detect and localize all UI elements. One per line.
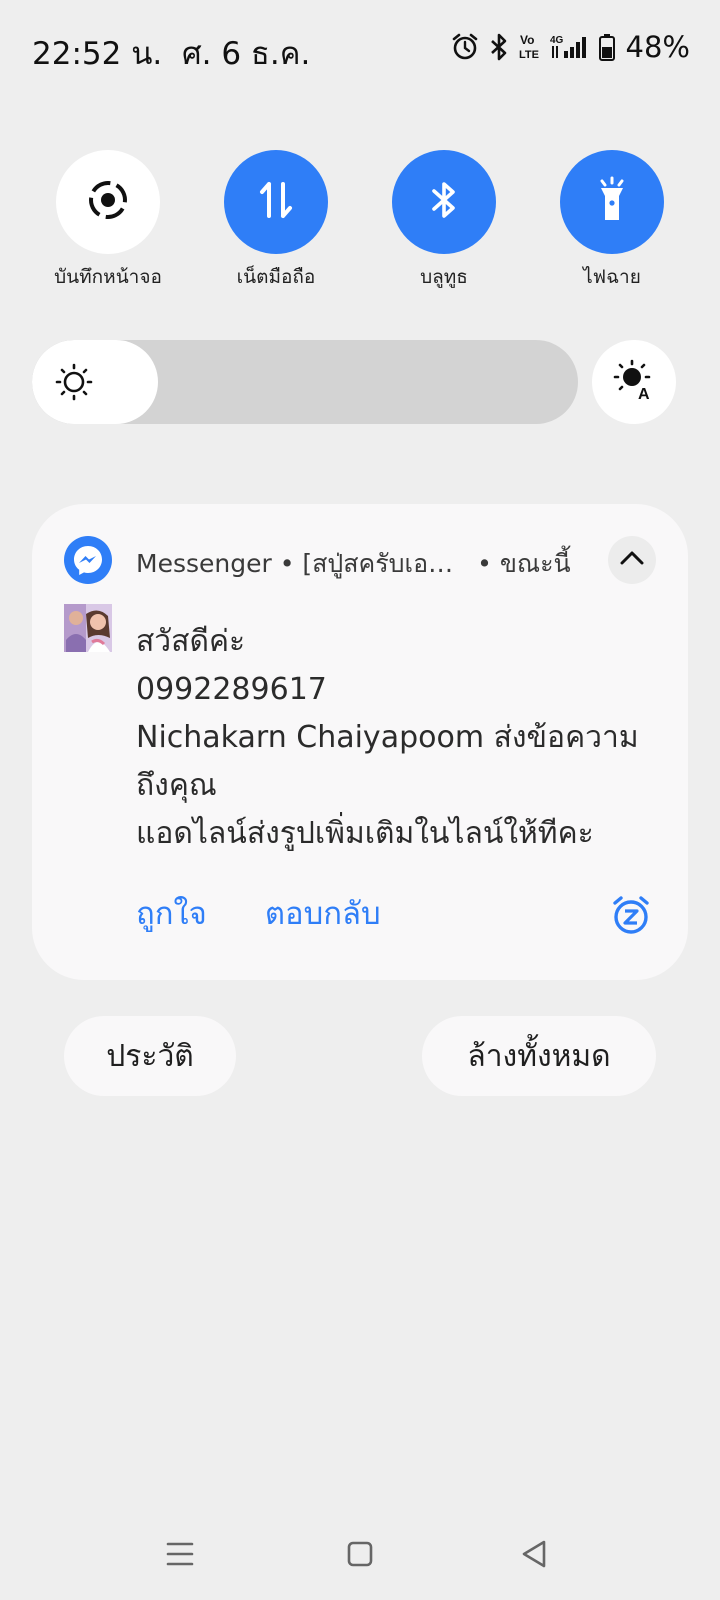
- bluetooth-icon: [488, 32, 510, 62]
- history-button[interactable]: ประวัติ: [64, 1016, 236, 1096]
- tile-flashlight-button[interactable]: [560, 150, 664, 254]
- flashlight-icon: [594, 176, 630, 228]
- like-button[interactable]: ถูกใจ: [136, 888, 207, 938]
- brightness-slider[interactable]: [32, 340, 578, 424]
- auto-brightness-icon: A: [613, 359, 655, 405]
- tile-bluetooth-label: บลูทูธ: [420, 266, 468, 288]
- messenger-icon: [64, 536, 112, 584]
- tile-screen-record[interactable]: บันทึกหน้าจอ: [24, 150, 192, 292]
- signal-icon: 4G: [550, 32, 590, 62]
- battery-icon: [598, 32, 616, 62]
- tile-mobile-data-button[interactable]: [224, 150, 328, 254]
- sender-avatar: [64, 604, 112, 652]
- home-button[interactable]: [340, 1536, 380, 1576]
- auto-brightness-button[interactable]: A: [592, 340, 676, 424]
- recent-apps-button[interactable]: [160, 1536, 200, 1576]
- back-icon: [519, 1539, 549, 1573]
- navigation-bar: [0, 1500, 720, 1600]
- message-line: 0992289617: [136, 672, 327, 707]
- snooze-button[interactable]: [610, 894, 652, 936]
- status-bar: 22:52 น. ศ. 6 ธ.ค. Vo LTE 4G 48%: [0, 0, 720, 100]
- mobile-data-icon: [256, 178, 296, 226]
- messenger-notification[interactable]: Messenger • [สปู่สครับเอ… • ขณะนี้ สวัสด…: [32, 504, 688, 980]
- home-icon: [346, 1540, 374, 1572]
- message-line: แอดไลน์ส่งรูปเพิ่มเติมในไลน์ให้ทีคะ: [136, 816, 594, 851]
- screen-record-icon: [85, 177, 131, 227]
- notification-shade: 22:52 น. ศ. 6 ธ.ค. Vo LTE 4G 48% บันทึกห…: [0, 0, 720, 1600]
- brightness-icon: [54, 362, 94, 406]
- snooze-icon: [610, 896, 652, 940]
- reply-button[interactable]: ตอบกลับ: [265, 888, 381, 938]
- status-time: 22:52 น. ศ. 6 ธ.ค.: [32, 28, 310, 78]
- tile-bluetooth-button[interactable]: [392, 150, 496, 254]
- clear-all-button[interactable]: ล้างทั้งหมด: [422, 1016, 656, 1096]
- brightness-level-fill: [32, 340, 158, 424]
- quick-settings-tiles: บันทึกหน้าจอ เน็ตมือถือ บลูทูธ ไฟฉาย: [0, 150, 720, 290]
- battery-percent: 48%: [625, 30, 690, 64]
- status-date: ศ. 6 ธ.ค.: [181, 36, 311, 72]
- alarm-icon: [450, 32, 480, 62]
- svg-text:A: A: [638, 386, 650, 401]
- tile-screen-record-button[interactable]: [56, 150, 160, 254]
- tile-mobile-data-label: เน็ตมือถือ: [236, 266, 316, 288]
- status-clock: 22:52 น.: [32, 36, 163, 72]
- tile-mobile-data[interactable]: เน็ตมือถือ: [192, 150, 360, 292]
- network-type-label: 4G: [550, 35, 564, 46]
- message-line: สวัสดีค่ะ: [136, 624, 246, 659]
- notification-time: • ขณะนี้: [477, 549, 571, 578]
- status-icons: Vo LTE 4G 48%: [450, 30, 690, 64]
- notification-app-name: Messenger • [สปู่สครับเอ…: [136, 549, 454, 578]
- menu-icon: [166, 1541, 194, 1571]
- collapse-button[interactable]: [608, 536, 656, 584]
- tile-bluetooth[interactable]: บลูทูธ: [360, 150, 528, 292]
- svg-text:LTE: LTE: [519, 49, 539, 61]
- notification-header: Messenger • [สปู่สครับเอ… • ขณะนี้: [136, 544, 571, 584]
- notification-body: สวัสดีค่ะ 0992289617 Nichakarn Chaiyapoo…: [136, 618, 656, 858]
- tile-flashlight-label: ไฟฉาย: [583, 266, 641, 288]
- notification-actions: ถูกใจ ตอบกลับ: [136, 888, 381, 938]
- tile-screen-record-label: บันทึกหน้าจอ: [54, 266, 162, 288]
- svg-text:Vo: Vo: [520, 33, 534, 47]
- bluetooth-icon: [427, 178, 461, 226]
- tile-flashlight[interactable]: ไฟฉาย: [528, 150, 696, 292]
- chevron-up-icon: [618, 544, 646, 576]
- volte-icon: Vo LTE: [518, 32, 542, 62]
- back-button[interactable]: [514, 1536, 554, 1576]
- message-line: Nichakarn Chaiyapoom ส่งข้อความถึงคุณ: [136, 720, 639, 803]
